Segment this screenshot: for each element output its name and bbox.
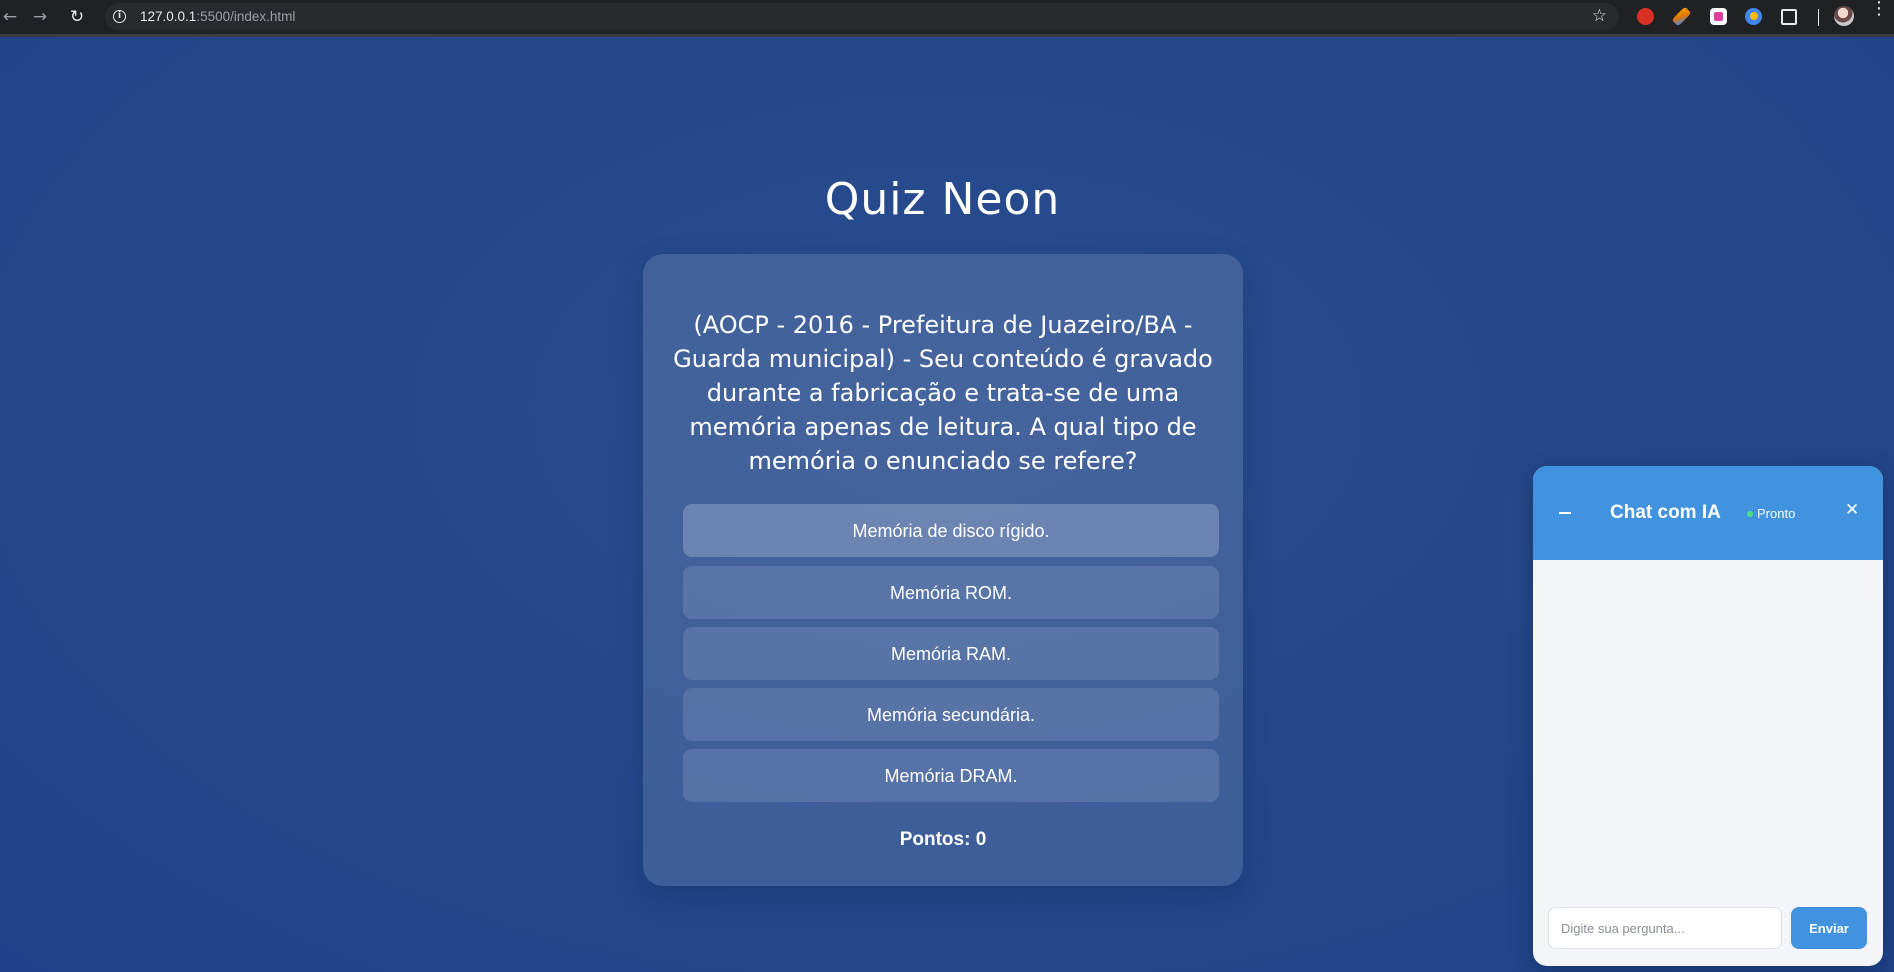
answer-option[interactable]: Memória DRAM.: [683, 749, 1219, 802]
send-button[interactable]: Enviar: [1791, 907, 1867, 949]
answer-option[interactable]: Memória secundária.: [683, 688, 1219, 741]
chat-input[interactable]: [1548, 907, 1782, 949]
chat-header: Chat com IA Pronto ✕: [1533, 466, 1883, 560]
minimize-icon[interactable]: [1559, 512, 1571, 514]
chat-status: Pronto: [1757, 506, 1796, 521]
close-icon[interactable]: ✕: [1845, 500, 1859, 520]
browser-toolbar: ← → ↻ i 127.0.0.1:5500/index.html ☆ ⋮: [0, 0, 1894, 37]
extension-app-icon[interactable]: [1710, 8, 1727, 25]
bookmark-star-icon[interactable]: ☆: [1592, 6, 1607, 26]
quiz-card: (AOCP - 2016 - Prefeitura de Juazeiro/BA…: [643, 254, 1243, 886]
chat-title: Chat com IA: [1610, 502, 1721, 523]
page-content: Quiz Neon (AOCP - 2016 - Prefeitura de J…: [0, 37, 1894, 972]
chat-widget: Chat com IA Pronto ✕ Enviar: [1533, 466, 1883, 966]
extension-globe-icon[interactable]: [1745, 8, 1762, 25]
answer-option[interactable]: Memória de disco rígido.: [683, 504, 1219, 557]
answer-option[interactable]: Memória ROM.: [683, 566, 1219, 619]
url-host: 127.0.0.1: [140, 9, 197, 24]
reload-icon[interactable]: ↻: [67, 7, 87, 27]
question-text: (AOCP - 2016 - Prefeitura de Juazeiro/BA…: [673, 311, 1213, 475]
browser-menu-icon[interactable]: ⋮: [1870, 0, 1888, 18]
answer-option[interactable]: Memória RAM.: [683, 627, 1219, 680]
extension-adblock-icon[interactable]: [1637, 8, 1654, 25]
back-icon[interactable]: ←: [0, 7, 20, 27]
url-path: :5500/index.html: [196, 9, 296, 24]
toolbar-divider: [1818, 9, 1819, 26]
forward-icon[interactable]: →: [30, 7, 50, 27]
address-bar[interactable]: i 127.0.0.1:5500/index.html ☆: [105, 3, 1619, 30]
status-dot-icon: [1747, 511, 1753, 517]
page-title: Quiz Neon: [824, 174, 1061, 225]
chat-messages-area[interactable]: [1533, 560, 1883, 900]
url-text[interactable]: 127.0.0.1:5500/index.html: [140, 9, 295, 24]
profile-avatar[interactable]: [1834, 6, 1854, 26]
extension-pencil-icon[interactable]: [1671, 6, 1692, 27]
score-label: Pontos: 0: [899, 829, 987, 850]
site-info-icon[interactable]: i: [113, 10, 126, 23]
extensions-puzzle-icon[interactable]: [1781, 9, 1797, 25]
